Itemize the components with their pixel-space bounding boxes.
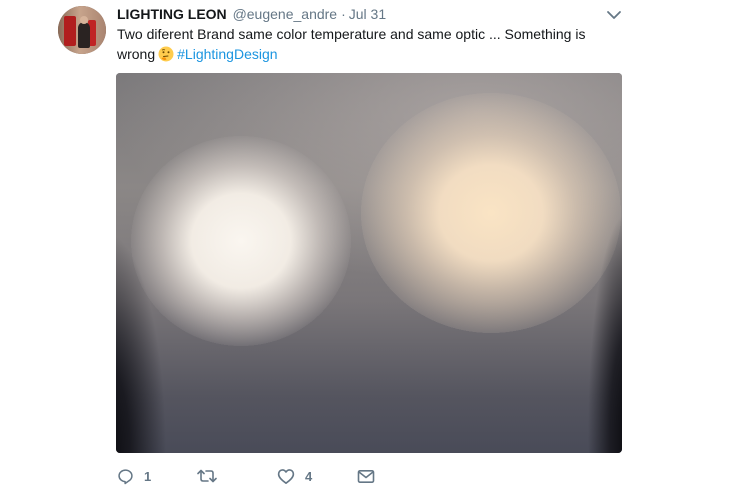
tweet: LIGHTING LEON @eugene_andre · Jul 31 Two d… [0, 0, 730, 500]
photo-shadow-right [116, 73, 622, 453]
reply-icon [117, 468, 134, 485]
retweet-button[interactable] [197, 466, 227, 486]
avatar-figure [78, 22, 90, 48]
reply-count: 1 [144, 468, 152, 484]
retweet-icon [197, 468, 217, 484]
avatar[interactable] [58, 6, 106, 54]
separator: · [341, 6, 346, 22]
tweet-photo[interactable] [116, 73, 622, 453]
envelope-icon [357, 469, 375, 484]
hashtag-link[interactable]: #LightingDesign [177, 46, 277, 62]
tweet-date[interactable]: Jul 31 [349, 6, 386, 22]
direct-message-button[interactable] [357, 466, 375, 486]
author-handle[interactable]: @eugene_andre [233, 6, 338, 22]
avatar-detail [64, 16, 76, 46]
tweet-header: LIGHTING LEON @eugene_andre · Jul 31 [117, 5, 386, 23]
like-button[interactable]: 4 [277, 466, 312, 486]
tweet-actions: 1 4 [117, 466, 417, 486]
reply-button[interactable]: 1 [117, 466, 151, 486]
author-name[interactable]: LIGHTING LEON [117, 6, 227, 22]
avatar-figure-head [80, 16, 88, 24]
heart-icon [277, 468, 295, 485]
chevron-down-icon[interactable] [606, 8, 622, 20]
thinking-face-icon [158, 46, 174, 62]
tweet-text: Two diferent Brand same color temperatur… [117, 24, 607, 64]
like-count: 4 [305, 468, 313, 484]
